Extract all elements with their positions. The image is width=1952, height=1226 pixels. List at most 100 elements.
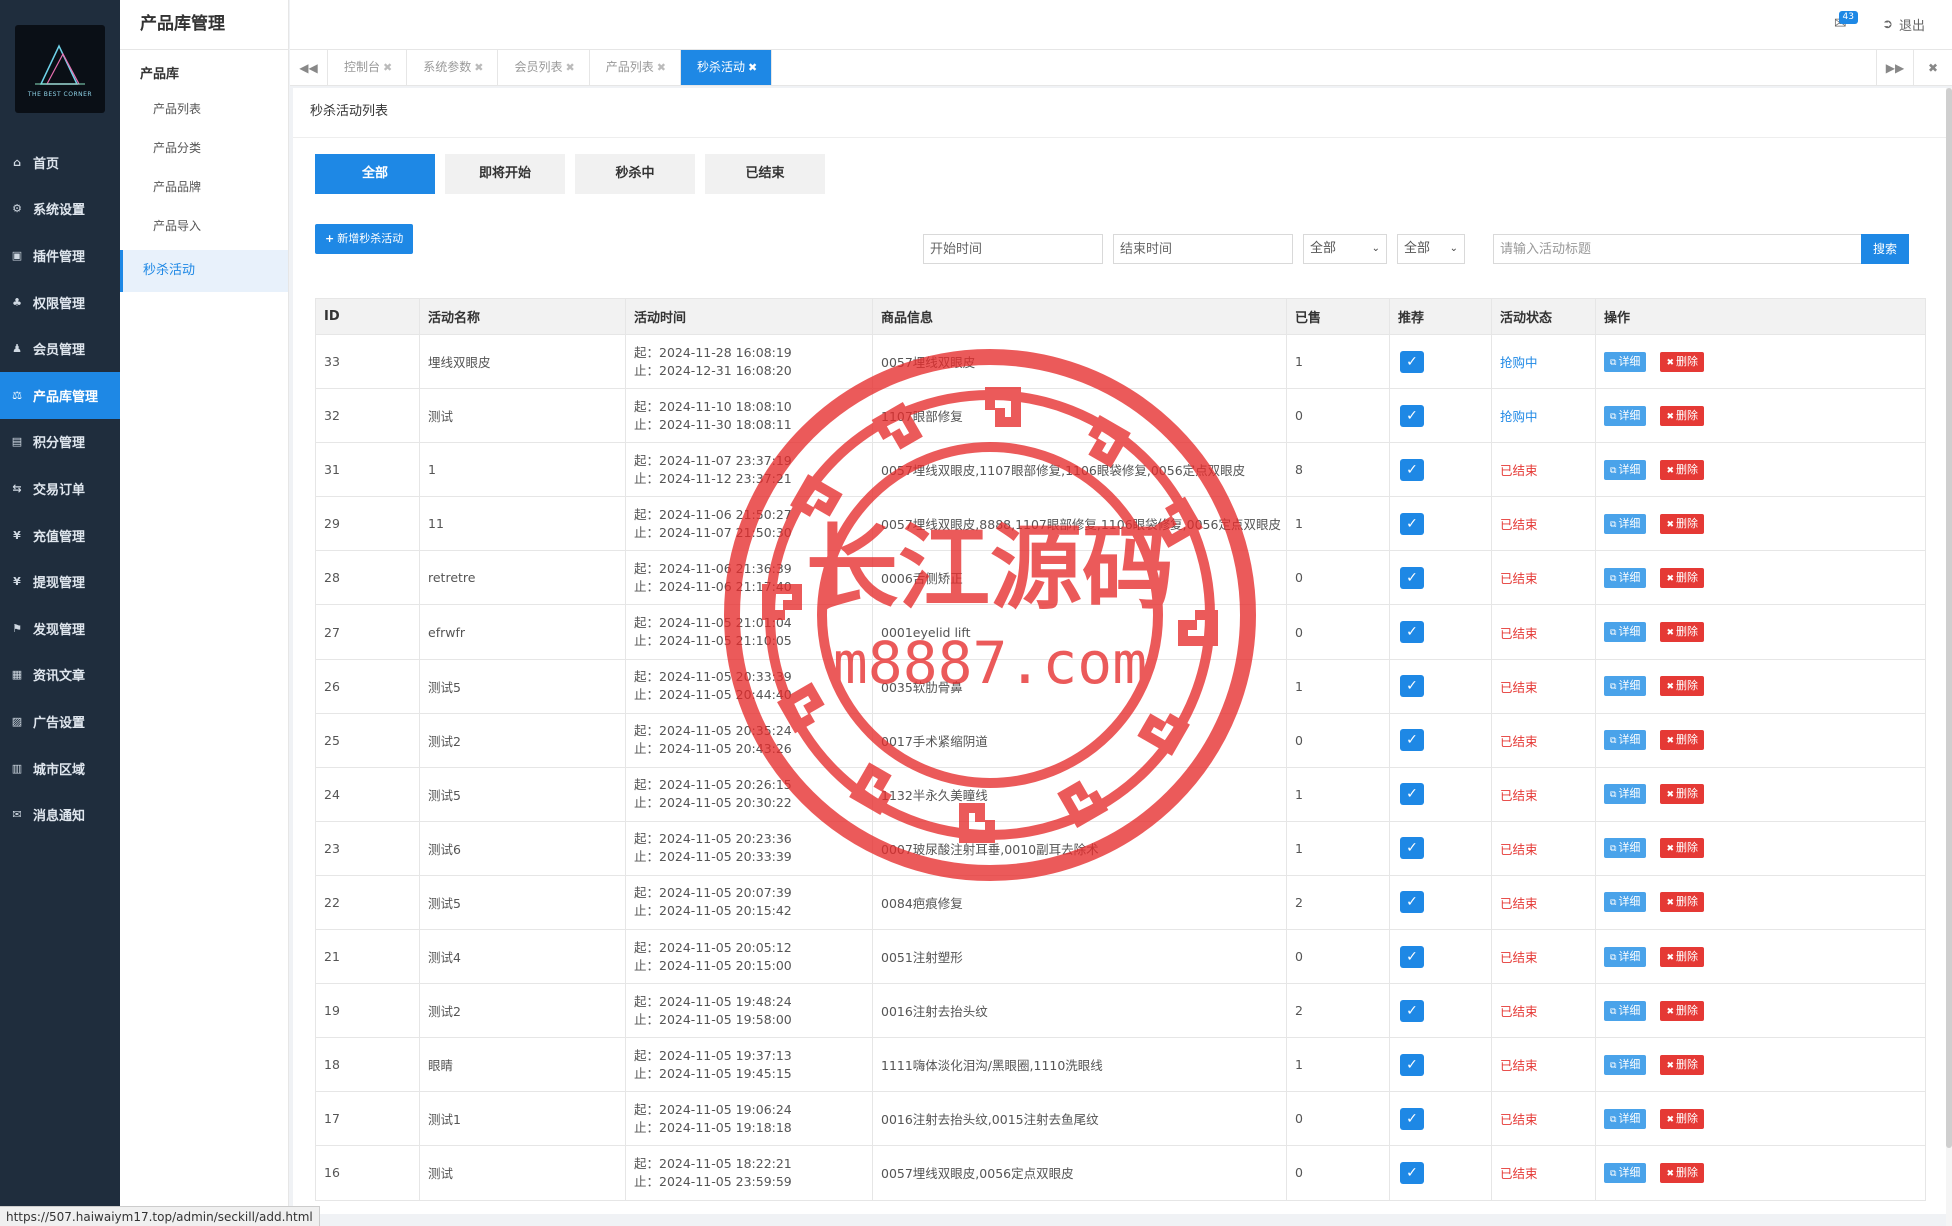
delete-button[interactable]: ✖ 删除 [1660,405,1704,426]
delete-button[interactable]: ✖ 删除 [1660,946,1704,967]
sidebar-item[interactable]: ▦ 资讯文章 [0,652,120,699]
tab-scroll-left-icon[interactable]: ◀◀ [290,50,328,85]
delete-button[interactable]: ✖ 删除 [1660,1162,1704,1183]
start-time-input[interactable] [923,234,1103,264]
sidebar-item[interactable]: ⚙ 系统设置 [0,186,120,233]
recommend-checkbox[interactable]: ✓ [1400,837,1424,860]
brand-logo[interactable]: THE BEST CORNER [15,25,105,113]
table-row: 28 retretre 起：2024-11-06 21:36:39 止：2024-11… [315,550,1926,606]
tab-item[interactable]: 系统参数 ✖ [407,50,499,85]
recommend-checkbox[interactable]: ✓ [1400,1107,1424,1130]
delete-button[interactable]: ✖ 删除 [1660,784,1704,805]
detail-button[interactable]: ⧉ 详细 [1604,351,1647,372]
close-tabs-icon[interactable]: ✖ [1914,50,1952,85]
tab-item[interactable]: 控制台 ✖ [328,50,408,85]
sub-item[interactable]: 产品导入 [120,207,288,246]
delete-button[interactable]: ✖ 删除 [1660,351,1704,372]
sidebar-item[interactable]: ♣ 权限管理 [0,279,120,326]
close-icon[interactable]: ✖ [383,61,392,74]
cell-goods: 0001eyelid lift [872,604,1287,660]
recommend-checkbox[interactable]: ✓ [1400,891,1424,914]
recommend-checkbox[interactable]: ✓ [1400,675,1424,698]
sidebar-item[interactable]: ▣ 插件管理 [0,232,120,279]
close-icon: ✖ [1666,1060,1674,1071]
delete-button[interactable]: ✖ 删除 [1660,676,1704,697]
logout-button[interactable]: ➲ 退出 [1882,15,1925,34]
recommend-checkbox[interactable]: ✓ [1400,404,1424,427]
sidebar-item[interactable]: ⇆ 交易订单 [0,465,120,512]
tab-item[interactable]: 会员列表 ✖ [498,50,590,85]
delete-button[interactable]: ✖ 删除 [1660,622,1704,643]
recommend-checkbox[interactable]: ✓ [1400,621,1424,644]
sidebar-item[interactable]: ▤ 积分管理 [0,419,120,466]
filter-tab[interactable]: 即将开始 [445,154,565,194]
filter-tab[interactable]: 秒杀中 [575,154,695,194]
detail-button[interactable]: ⧉ 详细 [1604,1000,1647,1021]
sub-item[interactable]: 产品分类 [120,129,288,168]
recommend-checkbox[interactable]: ✓ [1400,783,1424,806]
detail-button[interactable]: ⧉ 详细 [1604,730,1647,751]
detail-button[interactable]: ⧉ 详细 [1604,1108,1647,1129]
filter-select-1[interactable]: 全部 ⌄ [1303,234,1387,264]
page-scrollbar[interactable] [1946,88,1952,1226]
detail-button[interactable]: ⧉ 详细 [1604,838,1647,859]
add-seckill-button[interactable]: + 新增秒杀活动 [315,224,414,254]
delete-button[interactable]: ✖ 删除 [1660,1054,1704,1075]
end-time-input[interactable] [1113,234,1293,264]
recommend-checkbox[interactable]: ✓ [1400,999,1424,1022]
recommend-checkbox[interactable]: ✓ [1400,566,1424,589]
detail-button[interactable]: ⧉ 详细 [1604,946,1647,967]
delete-button[interactable]: ✖ 删除 [1660,730,1704,751]
filter-tab[interactable]: 全部 [315,154,435,194]
detail-button[interactable]: ⧉ 详细 [1604,892,1647,913]
sidebar-item[interactable]: ⚑ 发现管理 [0,605,120,652]
sidebar-item[interactable]: ⌂ 首页 [0,139,120,186]
detail-button[interactable]: ⧉ 详细 [1604,1054,1647,1075]
recommend-checkbox[interactable]: ✓ [1400,512,1424,535]
sidebar-item[interactable]: ♟ 会员管理 [0,325,120,372]
delete-button[interactable]: ✖ 删除 [1660,513,1704,534]
delete-button[interactable]: ✖ 删除 [1660,459,1704,480]
detail-button[interactable]: ⧉ 详细 [1604,405,1647,426]
sub-item[interactable]: 产品列表 [120,90,288,129]
detail-button[interactable]: ⧉ 详细 [1604,1162,1647,1183]
sidebar-item[interactable]: ▨ 广告设置 [0,698,120,745]
close-icon[interactable]: ✖ [474,61,483,74]
recommend-checkbox[interactable]: ✓ [1400,458,1424,481]
recommend-checkbox[interactable]: ✓ [1400,1053,1424,1076]
search-input[interactable] [1493,234,1863,264]
sidebar-item[interactable]: ¥ 充值管理 [0,512,120,559]
recommend-checkbox[interactable]: ✓ [1400,945,1424,968]
detail-button[interactable]: ⧉ 详细 [1604,459,1647,480]
sub-item-seckill[interactable]: 秒杀活动 [120,250,288,292]
close-icon[interactable]: ✖ [748,61,757,74]
filter-select-2[interactable]: 全部 ⌄ [1397,234,1465,264]
delete-button[interactable]: ✖ 删除 [1660,567,1704,588]
tab-item[interactable]: 产品列表 ✖ [590,50,681,85]
detail-button[interactable]: ⧉ 详细 [1604,784,1647,805]
recommend-checkbox[interactable]: ✓ [1400,1161,1424,1184]
delete-button[interactable]: ✖ 删除 [1660,892,1704,913]
tab-item[interactable]: 秒杀活动 ✖ [680,50,773,85]
detail-button[interactable]: ⧉ 详细 [1604,513,1647,534]
tab-scroll-right-icon[interactable]: ▶▶ [1876,50,1914,85]
recommend-checkbox[interactable]: ✓ [1400,729,1424,752]
recommend-checkbox[interactable]: ✓ [1400,350,1424,373]
delete-button[interactable]: ✖ 删除 [1660,838,1704,859]
detail-button[interactable]: ⧉ 详细 [1604,622,1647,643]
delete-button[interactable]: ✖ 删除 [1660,1000,1704,1021]
close-icon[interactable]: ✖ [565,61,574,74]
close-icon[interactable]: ✖ [657,61,666,74]
sidebar-item[interactable]: ⚖ 产品库管理 [0,371,120,419]
detail-button[interactable]: ⧉ 详细 [1604,676,1647,697]
sidebar-item[interactable]: ¥ 提现管理 [0,558,120,605]
delete-button[interactable]: ✖ 删除 [1660,1108,1704,1129]
search-button[interactable]: 搜索 [1861,234,1909,264]
sidebar-item[interactable]: ▥ 城市区域 [0,745,120,792]
scrollbar-thumb[interactable] [1946,88,1952,1148]
detail-label: 详细 [1618,1057,1641,1071]
sub-item[interactable]: 产品品牌 [120,168,288,207]
sidebar-item[interactable]: ✉ 消息通知 [0,791,120,838]
filter-tab[interactable]: 已结束 [705,154,825,194]
detail-button[interactable]: ⧉ 详细 [1604,567,1647,588]
